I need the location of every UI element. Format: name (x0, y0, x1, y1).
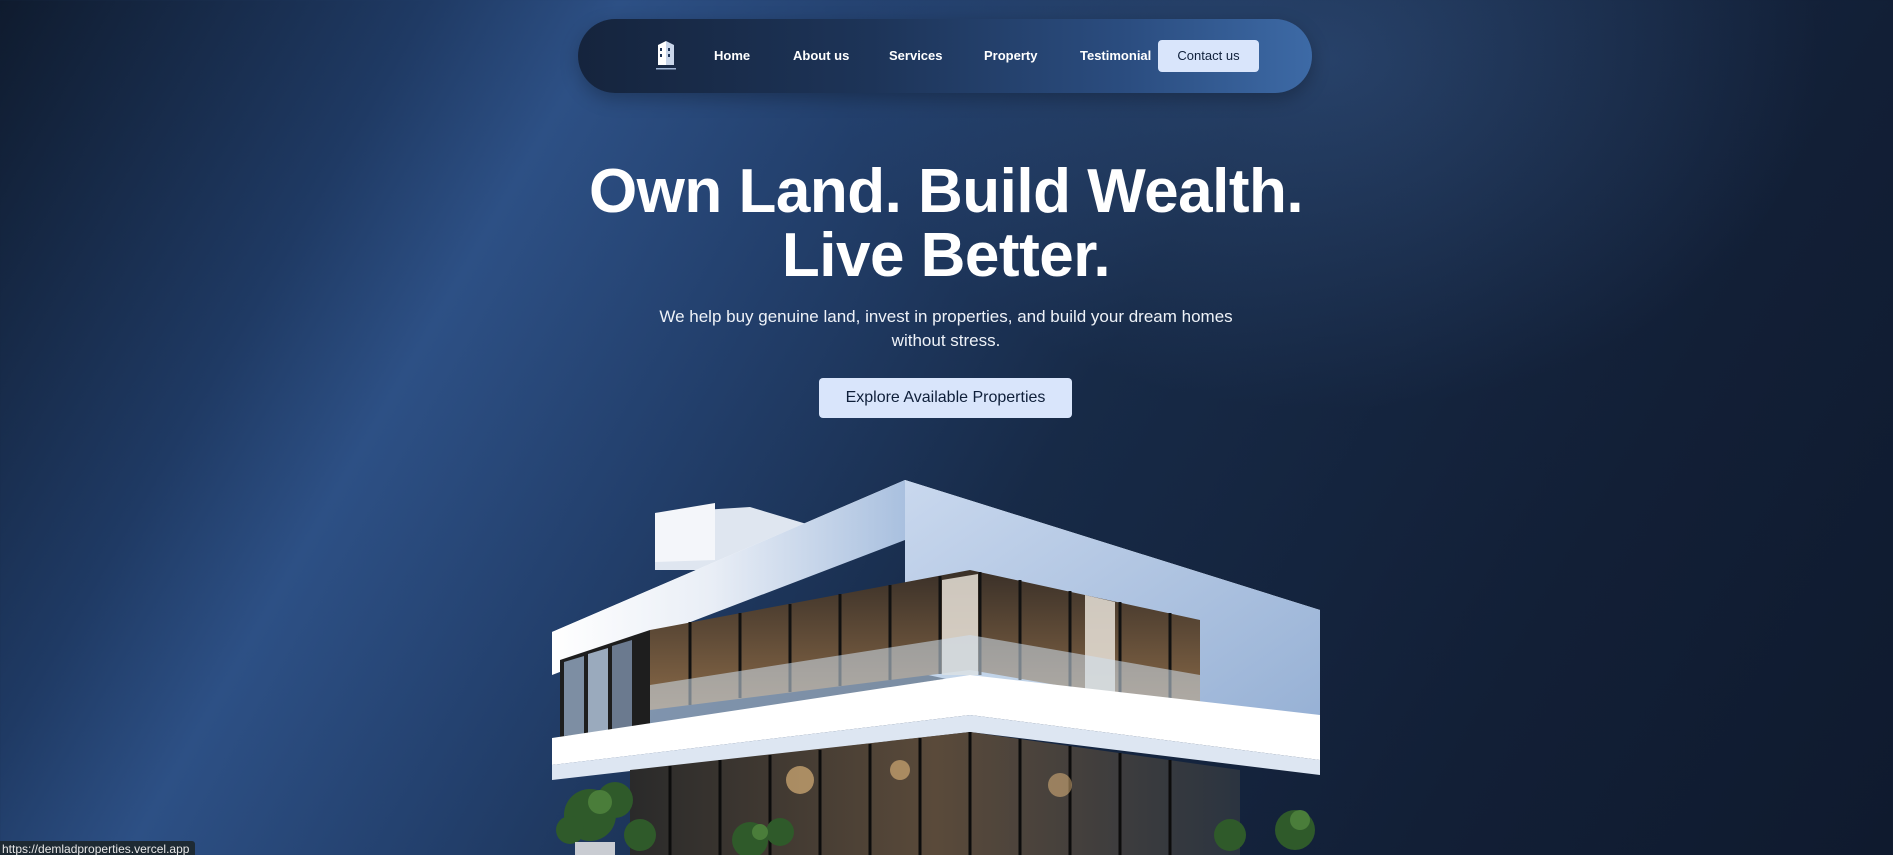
house-image (540, 470, 1340, 855)
hero-title-line-2: Live Better. (781, 221, 1111, 290)
nav-link-about-us[interactable]: About us (793, 19, 849, 93)
hero-title: Own Land. Build Wealth. Live Better. (446, 160, 1446, 288)
main-navbar: Home About us Services Property Testimon… (578, 19, 1312, 93)
hero-title-line-1: Own Land. Build Wealth. (588, 157, 1304, 226)
nav-link-property[interactable]: Property (984, 19, 1037, 93)
hero-subtitle: We help buy genuine land, invest in prop… (659, 307, 1233, 350)
nav-link-services[interactable]: Services (889, 19, 943, 93)
explore-properties-button[interactable]: Explore Available Properties (819, 378, 1072, 418)
contact-us-button[interactable]: Contact us (1158, 40, 1259, 72)
browser-status-url: https://demladproperties.vercel.app (0, 841, 196, 855)
building-logo-icon[interactable] (652, 37, 680, 73)
nav-link-home[interactable]: Home (714, 19, 750, 93)
nav-link-testimonial[interactable]: Testimonial (1080, 19, 1151, 93)
